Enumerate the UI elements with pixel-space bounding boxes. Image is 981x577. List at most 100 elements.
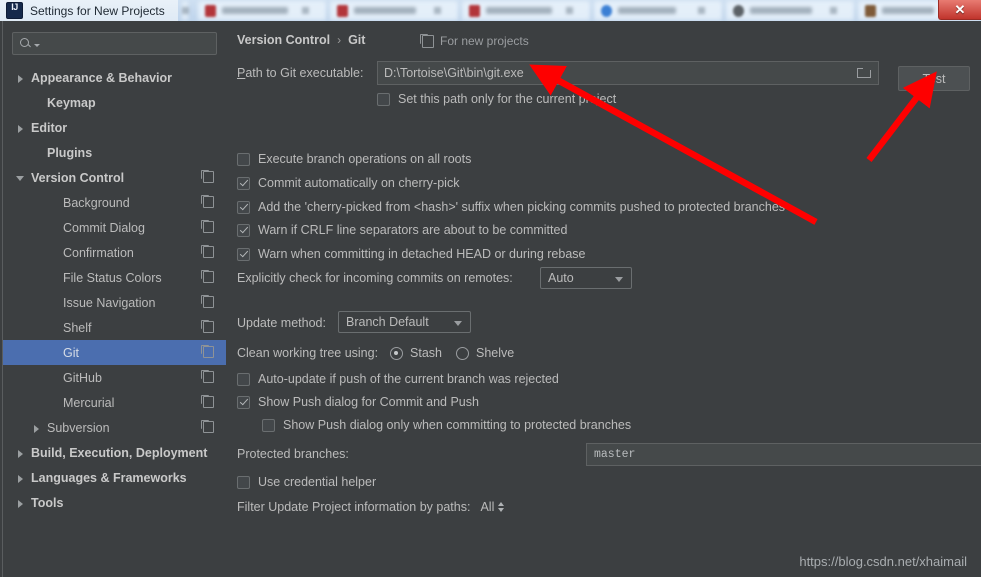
- breadcrumb-separator: ›: [337, 33, 342, 47]
- copy-settings-icon[interactable]: [201, 220, 214, 233]
- path-to-git-label-row: Path to Git executable:: [237, 66, 363, 80]
- git-option-checkbox[interactable]: [237, 176, 250, 190]
- clean-working-tree-row: Clean working tree using: Stash Shelve: [237, 346, 514, 360]
- watermark: https://blog.csdn.net/xhaimail: [799, 554, 967, 569]
- git-option-checkbox[interactable]: [237, 152, 250, 166]
- copy-settings-icon[interactable]: [201, 295, 214, 308]
- filter-update-project-value[interactable]: All: [480, 500, 494, 514]
- sidebar-item-label: Confirmation: [63, 245, 134, 260]
- auto-update-checkbox[interactable]: [237, 372, 250, 386]
- sidebar-item-background[interactable]: Background: [3, 190, 226, 215]
- git-option-checkbox[interactable]: [237, 247, 250, 261]
- sidebar-item-issue-navigation[interactable]: Issue Navigation: [3, 290, 226, 315]
- copy-settings-icon[interactable]: [201, 345, 214, 358]
- git-settings-panel: Version Control › Git For new projects P…: [226, 21, 981, 577]
- git-option-label: Execute branch operations on all roots: [258, 152, 472, 166]
- clean-tree-stash-radio[interactable]: [390, 346, 404, 360]
- sidebar-item-languages-frameworks[interactable]: Languages & Frameworks: [3, 465, 226, 490]
- explicit-check-combobox[interactable]: Auto: [540, 267, 632, 289]
- set-path-only-row[interactable]: Set this path only for the current proje…: [377, 92, 616, 106]
- dialog-titlebar: Settings for New Projects: [0, 0, 178, 21]
- git-option-row[interactable]: Warn when committing in detached HEAD or…: [237, 247, 585, 261]
- settings-sidebar: Appearance & Behavior Keymap Editor Plugins…: [2, 21, 227, 577]
- clean-tree-shelve-radio[interactable]: [456, 346, 470, 360]
- sidebar-item-label: Tools: [31, 495, 64, 510]
- sidebar-item-confirmation[interactable]: Confirmation: [3, 240, 226, 265]
- test-button[interactable]: Test: [898, 66, 970, 91]
- dialog-title: Settings for New Projects: [30, 3, 165, 18]
- sidebar-item-appearance-behavior[interactable]: Appearance & Behavior: [3, 65, 226, 90]
- folder-browse-icon[interactable]: [857, 68, 871, 78]
- git-option-checkbox[interactable]: [237, 223, 250, 237]
- for-new-projects-badge: For new projects: [420, 33, 529, 48]
- sidebar-item-commit-dialog[interactable]: Commit Dialog: [3, 215, 226, 240]
- copy-settings-icon[interactable]: [201, 245, 214, 258]
- protected-branches-label-row: Protected branches:: [237, 447, 349, 461]
- sidebar-item-label: Keymap: [47, 95, 96, 110]
- explicit-check-value: Auto: [548, 271, 574, 285]
- sidebar-item-label: Appearance & Behavior: [31, 70, 173, 85]
- sidebar-item-subversion[interactable]: Subversion: [3, 415, 226, 440]
- git-option-checkbox[interactable]: [237, 200, 250, 214]
- update-method-label: Update method:: [237, 316, 326, 330]
- filter-update-project-row: Filter Update Project information by pat…: [237, 500, 505, 514]
- git-option-label: Warn if CRLF line separators are about t…: [258, 223, 568, 237]
- sidebar-item-git[interactable]: Git: [3, 340, 226, 365]
- git-option-row[interactable]: Warn if CRLF line separators are about t…: [237, 223, 567, 237]
- copy-settings-icon[interactable]: [201, 395, 214, 408]
- copy-settings-icon: [420, 33, 434, 48]
- settings-tree: Appearance & Behavior Keymap Editor Plugins…: [3, 65, 226, 515]
- show-push-protected-checkbox[interactable]: [262, 418, 275, 432]
- git-option-label: Warn when committing in detached HEAD or…: [258, 247, 586, 261]
- sidebar-item-label: Build, Execution, Deployment: [31, 445, 208, 460]
- show-push-dialog-checkbox[interactable]: [237, 395, 250, 409]
- sidebar-item-label: Shelf: [63, 320, 92, 335]
- git-option-row[interactable]: Add the 'cherry-picked from <hash>' suff…: [237, 200, 785, 214]
- copy-settings-icon[interactable]: [201, 420, 214, 433]
- clean-working-tree-label: Clean working tree using:: [237, 346, 379, 360]
- chevron-updown-icon[interactable]: [498, 501, 505, 513]
- clean-tree-stash-label[interactable]: Stash: [410, 346, 442, 360]
- set-path-only-label: Set this path only for the current proje…: [398, 92, 617, 106]
- sidebar-item-tools[interactable]: Tools: [3, 490, 226, 515]
- copy-settings-icon[interactable]: [201, 170, 214, 183]
- auto-update-row[interactable]: Auto-update if push of the current branc…: [237, 372, 559, 386]
- sidebar-item-label: Version Control: [31, 170, 125, 185]
- show-push-protected-label: Show Push dialog only when committing to…: [283, 418, 632, 432]
- auto-update-label: Auto-update if push of the current branc…: [258, 372, 559, 386]
- sidebar-item-shelf[interactable]: Shelf: [3, 315, 226, 340]
- sidebar-item-build-execution-deployment[interactable]: Build, Execution, Deployment: [3, 440, 226, 465]
- copy-settings-icon[interactable]: [201, 195, 214, 208]
- use-credential-helper-row[interactable]: Use credential helper: [237, 475, 376, 489]
- sidebar-item-github[interactable]: GitHub: [3, 365, 226, 390]
- sidebar-item-mercurial[interactable]: Mercurial: [3, 390, 226, 415]
- search-input[interactable]: [40, 33, 216, 54]
- window-close-button[interactable]: ✕: [938, 0, 981, 20]
- copy-settings-icon[interactable]: [201, 370, 214, 383]
- clean-tree-shelve-label[interactable]: Shelve: [476, 346, 514, 360]
- git-option-row[interactable]: Commit automatically on cherry-pick: [237, 176, 459, 190]
- show-push-dialog-row[interactable]: Show Push dialog for Commit and Push: [237, 395, 479, 409]
- update-method-combobox[interactable]: Branch Default: [338, 311, 471, 333]
- protected-branches-label: Protected branches:: [237, 447, 349, 461]
- sidebar-item-file-status-colors[interactable]: File Status Colors: [3, 265, 226, 290]
- protected-branches-value: master: [594, 448, 636, 461]
- sidebar-item-keymap[interactable]: Keymap: [3, 90, 226, 115]
- intellij-logo-icon: [6, 2, 23, 19]
- update-method-value: Branch Default: [346, 315, 429, 329]
- settings-search-box[interactable]: [12, 32, 217, 55]
- sidebar-item-plugins[interactable]: Plugins: [3, 140, 226, 165]
- protected-branches-input[interactable]: master ⤢: [586, 443, 981, 466]
- git-option-row[interactable]: Execute branch operations on all roots: [237, 152, 471, 166]
- sidebar-item-label: Editor: [31, 120, 68, 135]
- sidebar-item-label: GitHub: [63, 370, 102, 385]
- set-path-only-checkbox[interactable]: [377, 92, 390, 106]
- sidebar-item-version-control[interactable]: Version Control: [3, 165, 226, 190]
- git-path-input[interactable]: D:\Tortoise\Git\bin\git.exe: [377, 61, 879, 85]
- show-push-protected-row[interactable]: Show Push dialog only when committing to…: [262, 418, 631, 432]
- breadcrumb-parent[interactable]: Version Control: [237, 33, 330, 47]
- sidebar-item-editor[interactable]: Editor: [3, 115, 226, 140]
- use-credential-helper-checkbox[interactable]: [237, 475, 250, 489]
- copy-settings-icon[interactable]: [201, 320, 214, 333]
- copy-settings-icon[interactable]: [201, 270, 214, 283]
